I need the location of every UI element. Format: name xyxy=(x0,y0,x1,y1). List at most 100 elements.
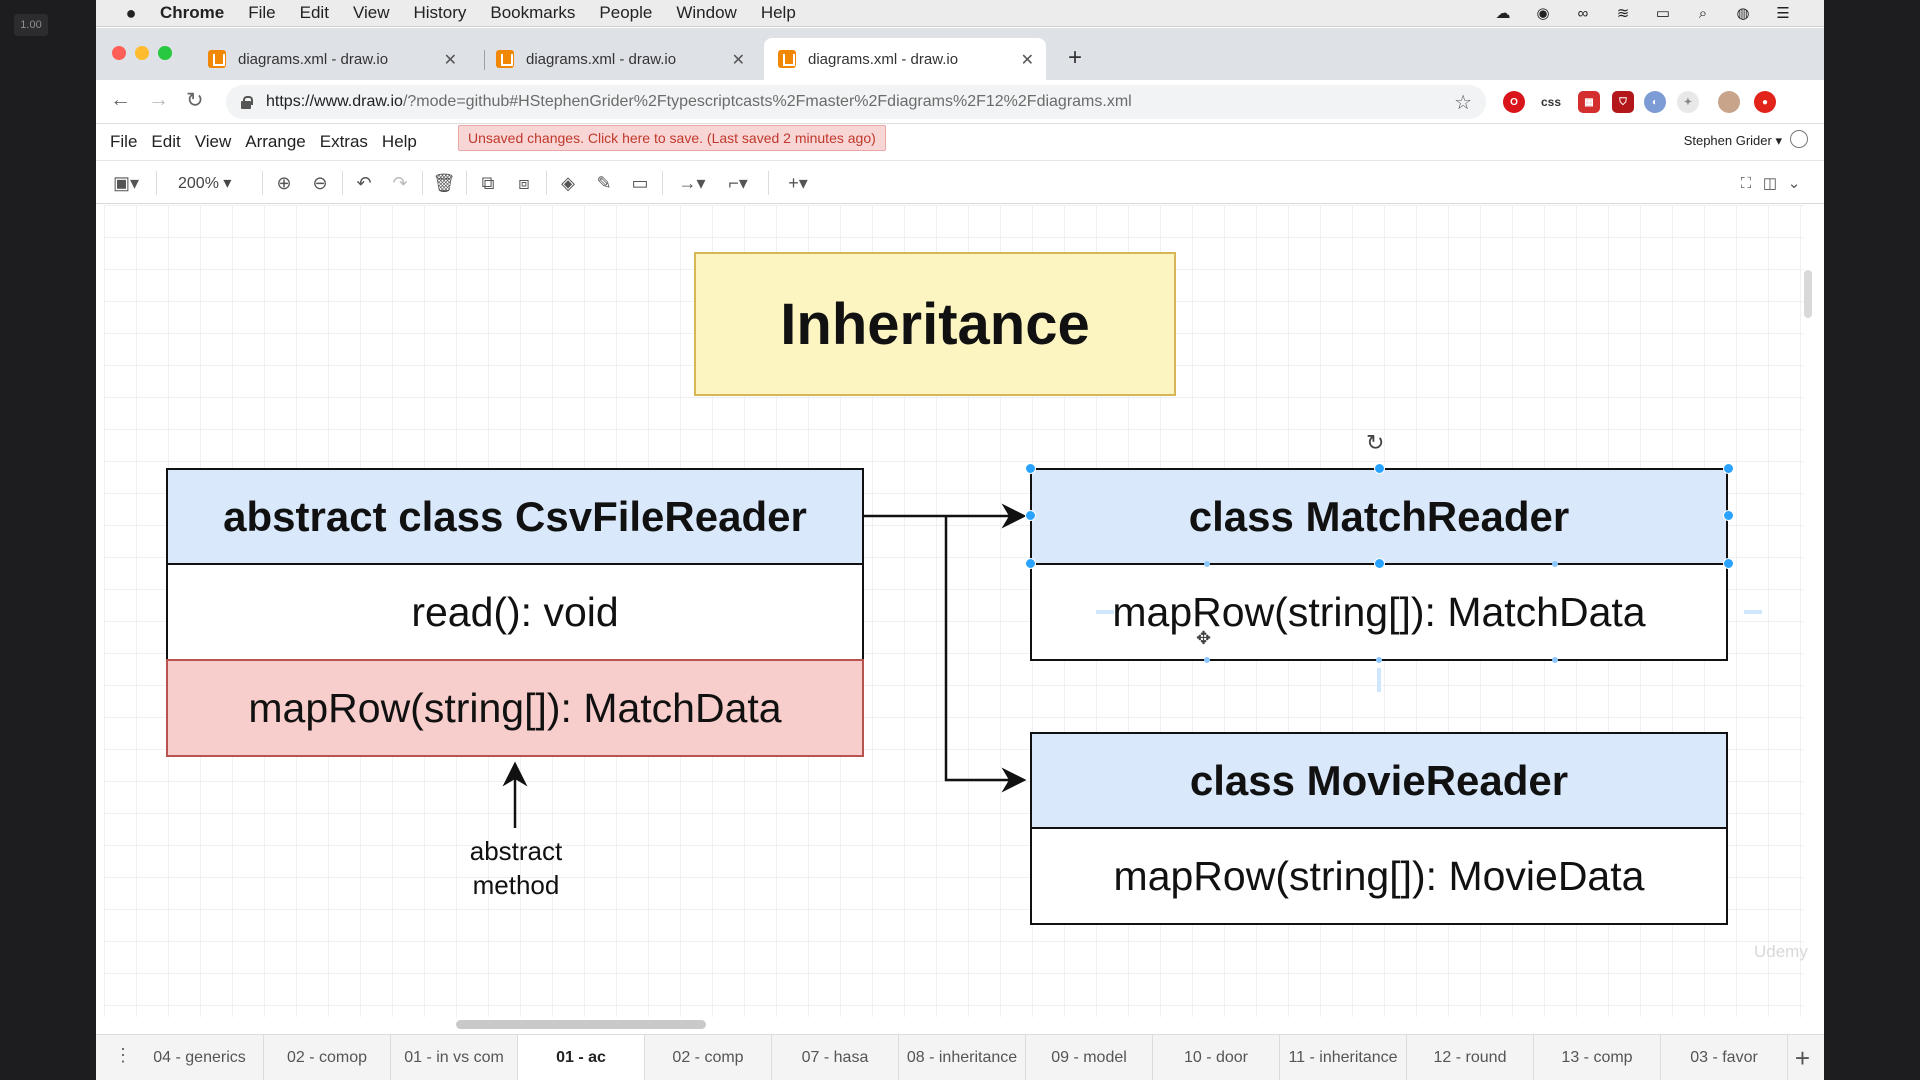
bookmark-star-icon[interactable]: ☆ xyxy=(1454,90,1472,115)
profile-avatar[interactable] xyxy=(1718,91,1740,113)
page-tab-active[interactable]: 01 - ac xyxy=(518,1035,645,1080)
connection-style-icon[interactable]: →▾ xyxy=(672,171,712,195)
diagram-title-box[interactable]: Inheritance xyxy=(694,252,1176,396)
user-menu[interactable]: Stephen Grider ▾ xyxy=(1684,133,1782,149)
connection-point[interactable] xyxy=(1204,657,1210,663)
close-tab-icon[interactable]: ✕ xyxy=(444,50,457,70)
browser-tab-2[interactable]: diagrams.xml - draw.io ✕ xyxy=(482,38,757,80)
format-panel-toggle-icon[interactable]: ▣▾ xyxy=(106,171,146,195)
page-tab[interactable]: 08 - inheritance xyxy=(899,1035,1026,1080)
new-tab-button[interactable]: + xyxy=(1068,44,1082,72)
page-tab[interactable]: 09 - model xyxy=(1026,1035,1153,1080)
page-tab[interactable]: 10 - door xyxy=(1153,1035,1280,1080)
page-tab[interactable]: 02 - comp xyxy=(645,1035,772,1080)
to-back-icon[interactable]: ⧈ xyxy=(512,171,536,195)
extension-opera-icon[interactable]: O xyxy=(1503,91,1525,113)
apple-icon[interactable]: ● xyxy=(120,3,142,24)
rotate-handle-icon[interactable]: ↻ xyxy=(1366,430,1384,456)
spotlight-search-icon[interactable]: ⌕ xyxy=(1692,4,1714,22)
extension-shield-icon[interactable]: ⛉ xyxy=(1612,91,1634,113)
resize-handle[interactable] xyxy=(1723,510,1734,521)
resize-handle[interactable] xyxy=(1374,463,1385,474)
drawio-menu-arrange[interactable]: Arrange xyxy=(245,132,305,152)
drawio-menu-view[interactable]: View xyxy=(195,132,232,152)
drawio-menu-edit[interactable]: Edit xyxy=(151,132,180,152)
connection-point[interactable] xyxy=(1376,657,1382,663)
back-icon[interactable]: ← xyxy=(110,88,131,112)
zoom-in-icon[interactable]: ⊕ xyxy=(272,171,296,195)
drawio-menu-file[interactable]: File xyxy=(110,132,137,152)
horizontal-scrollbar[interactable] xyxy=(456,1020,706,1029)
zoom-out-icon[interactable]: ⊖ xyxy=(308,171,332,195)
page-tab[interactable]: 04 - generics xyxy=(136,1035,264,1080)
menu-app[interactable]: Chrome xyxy=(160,3,224,23)
abstract-method-note[interactable]: abstract method xyxy=(446,834,586,902)
add-page-button[interactable]: + xyxy=(1795,1043,1810,1074)
menu-history[interactable]: History xyxy=(413,3,466,23)
delete-icon[interactable]: 🗑 xyxy=(432,171,456,195)
close-tab-icon[interactable]: ✕ xyxy=(732,50,745,70)
matchreader-header[interactable]: class MatchReader xyxy=(1030,468,1728,565)
resize-handle[interactable] xyxy=(1723,463,1734,474)
drawio-menu-extras[interactable]: Extras xyxy=(320,132,368,152)
extension-blue-icon[interactable]: ◐ xyxy=(1644,91,1666,113)
undo-icon[interactable]: ↶ xyxy=(352,171,376,195)
language-globe-icon[interactable] xyxy=(1790,130,1808,148)
matchreader-method[interactable]: mapRow(string[]): MatchData xyxy=(1030,563,1728,661)
extension-gray-icon[interactable]: ✦ xyxy=(1677,91,1699,113)
zoom-select[interactable]: 200% ▾ xyxy=(178,173,231,193)
forward-icon[interactable]: → xyxy=(148,88,169,112)
drawio-menu-help[interactable]: Help xyxy=(382,132,417,152)
url-bar[interactable]: https://www.draw.io/?mode=github#HStephe… xyxy=(226,85,1486,119)
page-tab[interactable]: 03 - favor xyxy=(1661,1035,1788,1080)
parent-class-header[interactable]: abstract class CsvFileReader xyxy=(166,468,864,565)
to-front-icon[interactable]: ⧉ xyxy=(476,171,500,195)
menu-people[interactable]: People xyxy=(599,3,652,23)
vertical-scrollbar[interactable] xyxy=(1804,270,1812,318)
menu-file[interactable]: File xyxy=(248,3,275,23)
resize-handle[interactable] xyxy=(1025,463,1036,474)
menu-help[interactable]: Help xyxy=(761,3,796,23)
collapse-icon[interactable]: ⌄ xyxy=(1784,171,1804,195)
parent-method-maprow[interactable]: mapRow(string[]): MatchData xyxy=(166,659,864,757)
browser-tab-3-active[interactable]: diagrams.xml - draw.io ✕ xyxy=(764,38,1046,80)
unsaved-changes-banner[interactable]: Unsaved changes. Click here to save. (La… xyxy=(458,125,886,151)
menu-bookmarks[interactable]: Bookmarks xyxy=(490,3,575,23)
resize-handle[interactable] xyxy=(1025,558,1036,569)
resize-handle[interactable] xyxy=(1723,558,1734,569)
siri-icon[interactable]: ◍ xyxy=(1732,4,1754,22)
maximize-window-button[interactable] xyxy=(158,46,172,60)
menu-view[interactable]: View xyxy=(353,3,390,23)
close-window-button[interactable] xyxy=(112,46,126,60)
moviereader-header[interactable]: class MovieReader xyxy=(1030,732,1728,829)
notification-center-icon[interactable]: ☰ xyxy=(1772,4,1794,22)
extension-red-icon[interactable]: ▦ xyxy=(1578,91,1600,113)
connection-point[interactable] xyxy=(1552,657,1558,663)
fullscreen-icon[interactable]: ⛶ xyxy=(1736,171,1756,195)
line-color-icon[interactable]: ✎ xyxy=(592,171,616,195)
menu-window[interactable]: Window xyxy=(676,3,736,23)
resize-handle[interactable] xyxy=(1025,510,1036,521)
wifi-icon[interactable]: ≋ xyxy=(1612,4,1634,22)
pages-menu-icon[interactable]: ⋮ xyxy=(114,1045,132,1066)
fill-color-icon[interactable]: ◈ xyxy=(556,171,580,195)
resize-handle[interactable] xyxy=(1374,558,1385,569)
connection-point[interactable] xyxy=(1552,561,1558,567)
extension-stop-icon[interactable]: ● xyxy=(1754,91,1776,113)
moviereader-method[interactable]: mapRow(string[]): MovieData xyxy=(1030,827,1728,925)
recording-icon[interactable]: ◉ xyxy=(1532,4,1554,22)
close-tab-icon[interactable]: ✕ xyxy=(1021,50,1034,70)
waypoints-icon[interactable]: ⌐▾ xyxy=(718,171,758,195)
split-view-icon[interactable]: ◫ xyxy=(1760,171,1780,195)
shadow-icon[interactable]: ▭ xyxy=(628,171,652,195)
browser-tab-1[interactable]: diagrams.xml - draw.io ✕ xyxy=(194,38,469,80)
connection-point[interactable] xyxy=(1204,561,1210,567)
extension-css-icon[interactable]: css xyxy=(1540,91,1562,113)
parent-method-read[interactable]: read(): void xyxy=(166,563,864,661)
insert-icon[interactable]: +▾ xyxy=(778,171,818,195)
minimize-window-button[interactable] xyxy=(135,46,149,60)
page-tab[interactable]: 02 - comop xyxy=(264,1035,391,1080)
cloud-status-icon[interactable]: ☁ xyxy=(1492,4,1514,22)
menu-edit[interactable]: Edit xyxy=(300,3,329,23)
page-tab[interactable]: 07 - hasa xyxy=(772,1035,899,1080)
